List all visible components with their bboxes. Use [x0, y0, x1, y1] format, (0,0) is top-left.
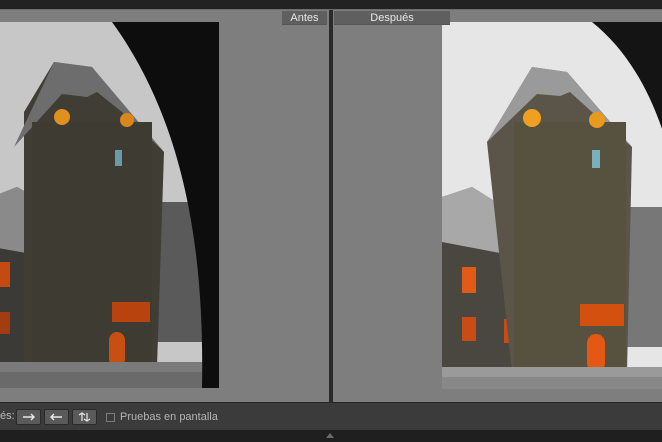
before-pane[interactable]: Antes — [0, 10, 329, 402]
bottom-bar — [0, 430, 662, 442]
copy-left-button[interactable] — [44, 409, 69, 425]
copy-left-icon — [50, 413, 62, 421]
before-photo[interactable] — [0, 22, 219, 388]
swap-sides-button[interactable] — [72, 409, 97, 425]
soft-proof-checkbox[interactable] — [106, 413, 115, 422]
before-label: Antes — [282, 11, 327, 25]
compare-toolbar: és: Pruebas en pantalla — [0, 402, 662, 430]
after-photo-image — [442, 22, 662, 389]
after-pane[interactable]: Después — [333, 10, 662, 402]
swap-button[interactable] — [16, 409, 41, 425]
after-photo[interactable] — [442, 22, 662, 389]
expand-panel-icon[interactable] — [326, 433, 334, 438]
toolbar-label: és: — [0, 410, 15, 422]
before-photo-image — [0, 22, 219, 388]
swap-sides-icon — [78, 412, 91, 422]
top-strip — [0, 0, 662, 10]
swap-icon — [23, 413, 35, 421]
after-label: Después — [334, 11, 450, 25]
soft-proof-label[interactable]: Pruebas en pantalla — [120, 411, 218, 423]
